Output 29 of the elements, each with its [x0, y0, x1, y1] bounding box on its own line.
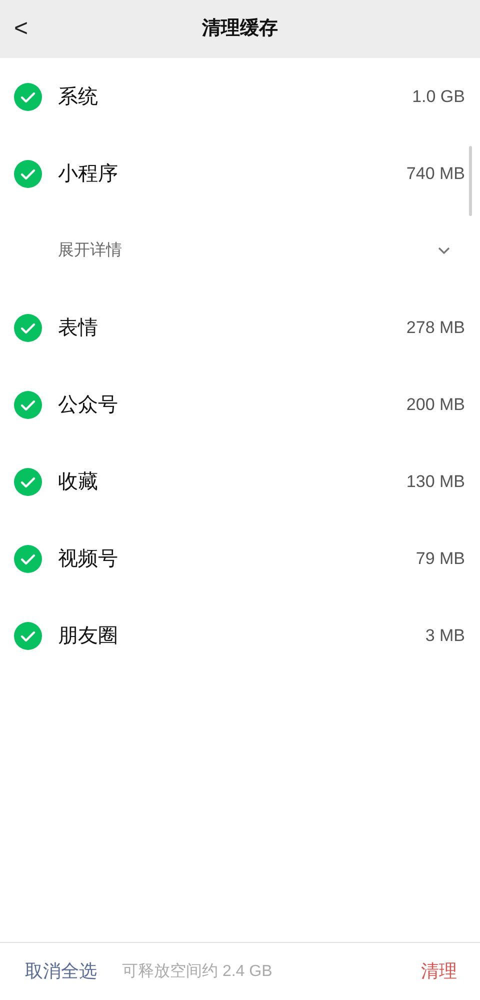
checked-icon[interactable]: [14, 314, 42, 342]
page-title: 清理缓存: [202, 16, 278, 41]
chevron-down-icon[interactable]: [438, 246, 450, 254]
cache-size: 1.0 GB: [412, 86, 465, 108]
category-label: 公众号: [58, 392, 118, 418]
checked-icon[interactable]: [14, 160, 42, 188]
expand-details-link[interactable]: 展开详情: [58, 238, 122, 262]
free-space-text: 可释放空间约 2.4 GB: [122, 962, 272, 982]
checked-icon[interactable]: [14, 544, 42, 572]
cache-size: 740 MB: [406, 162, 465, 185]
category-label: 表情: [58, 316, 98, 340]
cache-size: 200 MB: [406, 394, 465, 416]
scrollbar: [469, 146, 472, 216]
checked-icon[interactable]: [14, 82, 42, 110]
clean-button[interactable]: 清理: [421, 958, 457, 985]
category-label: 朋友圈: [58, 624, 118, 648]
cache-size: 3 MB: [425, 624, 465, 647]
category-label: 小程序: [58, 162, 118, 186]
category-label: 系统: [58, 84, 98, 110]
checked-icon[interactable]: [14, 390, 42, 418]
category-label: 收藏: [58, 470, 98, 494]
cache-size: 278 MB: [406, 316, 465, 339]
back-button[interactable]: <: [14, 15, 28, 43]
category-label: 视频号: [58, 546, 118, 572]
cache-size: 79 MB: [416, 548, 465, 570]
deselect-all-button[interactable]: 取消全选: [25, 958, 97, 985]
checked-icon[interactable]: [14, 622, 42, 650]
checked-icon[interactable]: [14, 468, 42, 496]
cache-size: 130 MB: [406, 470, 465, 493]
